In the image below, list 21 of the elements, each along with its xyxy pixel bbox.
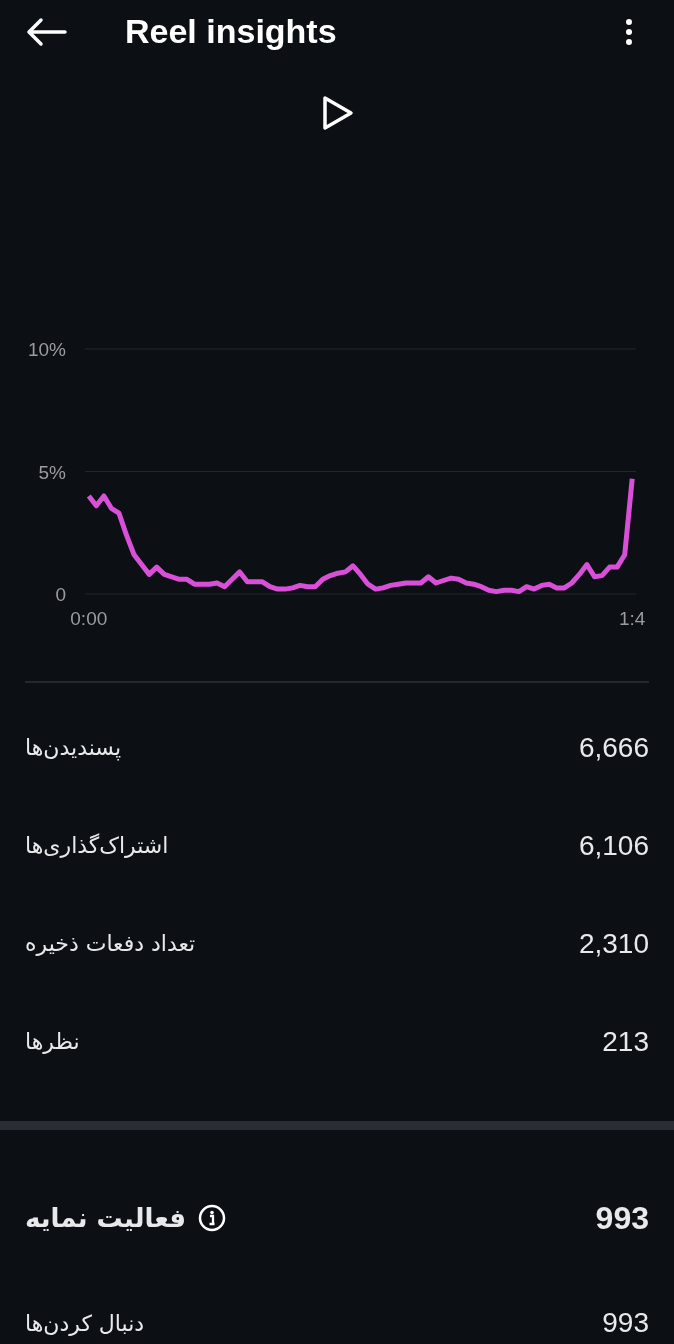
metric-label: دنبال کردن‌ها bbox=[25, 1309, 145, 1338]
y-axis-label: 10% bbox=[27, 339, 66, 361]
metric-value: 213 bbox=[602, 1025, 649, 1059]
metric-label: اشتراک‌گذاری‌ها bbox=[25, 832, 169, 861]
page-title: Reel insights bbox=[125, 11, 338, 53]
metric-value: 2,310 bbox=[578, 927, 649, 961]
more-options-icon[interactable] bbox=[625, 17, 633, 46]
metric-value: 6,106 bbox=[578, 829, 649, 863]
info-icon[interactable] bbox=[197, 1204, 226, 1232]
metric-label: نظرها bbox=[25, 1028, 80, 1057]
y-axis-label: 0 bbox=[55, 584, 66, 606]
metric-value: 6,666 bbox=[578, 731, 649, 765]
section-title: فعالیت نمایه bbox=[25, 1201, 186, 1235]
metric-label: پسندیدن‌ها bbox=[25, 734, 122, 763]
x-axis-label: 0:00 bbox=[70, 608, 108, 630]
back-arrow-icon[interactable] bbox=[25, 16, 67, 47]
y-axis-label: 5% bbox=[38, 461, 66, 483]
metric-value: 993 bbox=[602, 1306, 649, 1340]
x-axis-label: 1:4 bbox=[619, 608, 646, 630]
section-total: 993 bbox=[595, 1199, 649, 1238]
metric-label: تعداد دفعات ذخیره bbox=[25, 930, 196, 959]
